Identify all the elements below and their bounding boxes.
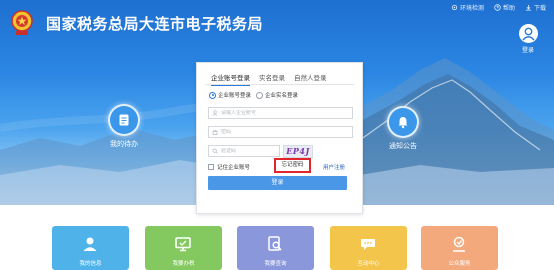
notice-tile[interactable]: 通知公告 [387, 106, 419, 151]
service-tile-public-service[interactable]: 公众服务 [421, 226, 498, 270]
captcha-field [208, 145, 280, 157]
remember-account-label: 记住企业账号 [217, 165, 251, 171]
settings-icon [451, 4, 458, 11]
service-tiles: 我的信息 我要办税 我要查询 互动中心 公众服务 [52, 226, 502, 270]
login-link-label: 登录 [521, 47, 534, 54]
shield-icon [212, 148, 218, 154]
service-tile-my-info[interactable]: 我的信息 [52, 226, 129, 270]
account-input[interactable] [221, 110, 352, 116]
site-title: 国家税务总局大连市电子税务局 [46, 15, 264, 33]
tab-divider [205, 84, 354, 85]
todo-icon [108, 104, 140, 136]
my-todo-tile[interactable]: 我的待办 [108, 104, 140, 149]
password-field [208, 126, 353, 138]
search-doc-icon [268, 236, 282, 251]
login-type-radios: 企业账号登录 企业实名登录 [209, 91, 298, 99]
service-tile-interaction[interactable]: 互动中心 [330, 226, 407, 270]
service-tile-tax-handling[interactable]: 我要办税 [145, 226, 222, 270]
service-icon [453, 236, 465, 252]
top-bar: 国家税务总局大连市电子税务局 环境检测 帮助 下载 登录 [0, 0, 554, 54]
login-button[interactable]: 登录 [208, 176, 347, 190]
user-icon [83, 237, 97, 251]
monitor-icon [175, 237, 191, 252]
service-label: 我要查询 [264, 261, 287, 267]
notice-label: 通知公告 [389, 142, 417, 150]
user-avatar-icon [518, 24, 538, 43]
environment-check-link[interactable]: 环境检测 [451, 3, 484, 12]
service-tile-query[interactable]: 我要查询 [237, 226, 314, 270]
environment-check-label: 环境检测 [459, 5, 484, 12]
service-label: 我的信息 [79, 261, 102, 267]
my-todo-label: 我的待办 [110, 140, 138, 148]
account-field [208, 107, 353, 119]
radio-enterprise-realname[interactable]: 企业实名登录 [256, 91, 298, 99]
radio-enterprise-account-label: 企业账号登录 [218, 93, 252, 99]
radio-enterprise-realname-label: 企业实名登录 [265, 93, 299, 99]
radio-checked-icon [209, 91, 216, 99]
download-icon [525, 4, 532, 11]
tax-emblem-logo [11, 10, 33, 35]
user-icon [212, 110, 218, 116]
top-links: 环境检测 帮助 下载 [451, 3, 546, 12]
login-user-button[interactable]: 登录 [515, 24, 541, 54]
captcha-input[interactable] [221, 148, 279, 154]
service-label: 我要办税 [172, 261, 195, 267]
captcha-image[interactable]: EP4J [283, 145, 313, 158]
download-link[interactable]: 下载 [525, 3, 546, 12]
checkbox-icon [208, 164, 214, 170]
radio-unchecked-icon [256, 91, 264, 99]
login-panel: 企业账号登录 实名登录 自然人登录 企业账号登录 企业实名登录 请输入企业账号 … [196, 62, 363, 214]
download-label: 下载 [533, 5, 546, 12]
service-label: 互动中心 [357, 261, 380, 267]
help-link[interactable]: 帮助 [494, 3, 515, 12]
radio-enterprise-account[interactable]: 企业账号登录 [209, 91, 251, 99]
user-register-link[interactable]: 用户注册 [323, 163, 345, 171]
forgot-password-link[interactable]: 忘记密码 [274, 158, 311, 173]
help-icon [494, 4, 501, 11]
password-input[interactable] [221, 129, 352, 135]
service-label: 公众服务 [448, 261, 471, 267]
bell-icon [387, 106, 419, 138]
page: 国家税务总局大连市电子税务局 环境检测 帮助 下载 登录 我的待办 通知公告 企… [0, 0, 554, 270]
lock-icon [212, 129, 218, 135]
help-label: 帮助 [502, 5, 515, 12]
remember-account-checkbox[interactable]: 记住企业账号 [208, 163, 250, 171]
chat-icon [361, 239, 375, 250]
